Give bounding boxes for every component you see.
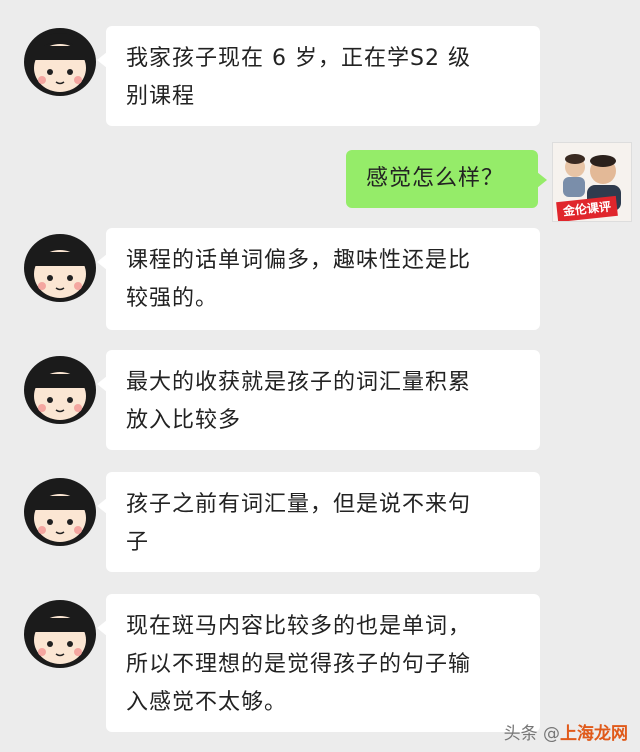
girl-avatar-icon bbox=[24, 356, 96, 424]
watermark: 头条 @上海龙网 bbox=[504, 719, 628, 744]
message-bubble: 最大的收获就是孩子的词汇量积累 放入比较多 bbox=[97, 350, 540, 450]
message-line: 所以不理想的是觉得孩子的句子输 bbox=[126, 652, 472, 677]
message-bubble: 现在斑马内容比较多的也是单词， 所以不理想的是觉得孩子的句子输 入感觉不太够。 bbox=[97, 594, 540, 732]
message-bubble: 课程的话单词偏多，趣味性还是比 较强的。 bbox=[97, 228, 540, 330]
message-line: 我家孩子现在 6 岁，正在学S2 级 bbox=[126, 46, 471, 71]
message-line: 别课程 bbox=[126, 84, 196, 109]
watermark-brand: 上海龙网 bbox=[560, 724, 628, 744]
girl-avatar-icon bbox=[24, 234, 96, 302]
girl-avatar-icon bbox=[24, 600, 96, 668]
message-line: 课程的话单词偏多，趣味性还是比 bbox=[126, 248, 472, 273]
message-bubble: 我家孩子现在 6 岁，正在学S2 级 别课程 bbox=[97, 26, 540, 126]
message-bubble: 感觉怎么样？ bbox=[346, 150, 547, 208]
message-line: 最大的收获就是孩子的词汇量积累 bbox=[126, 370, 472, 395]
message-line: 较强的。 bbox=[126, 286, 219, 311]
message-line: 现在斑马内容比较多的也是单词， bbox=[126, 614, 472, 639]
message-line: 放入比较多 bbox=[126, 408, 242, 433]
girl-avatar-icon bbox=[24, 28, 96, 96]
message-line: 孩子之前有词汇量，但是说不来句 bbox=[126, 492, 472, 517]
message-bubble: 孩子之前有词汇量，但是说不来句 子 bbox=[97, 472, 540, 572]
girl-avatar-icon bbox=[24, 478, 96, 546]
watermark-prefix: 头条 @ bbox=[503, 724, 560, 744]
avatar: 金伦课评 bbox=[552, 142, 632, 222]
message-line: 子 bbox=[126, 530, 150, 555]
message-line: 感觉怎么样？ bbox=[366, 166, 505, 191]
message-line: 入感觉不太够。 bbox=[126, 690, 288, 715]
